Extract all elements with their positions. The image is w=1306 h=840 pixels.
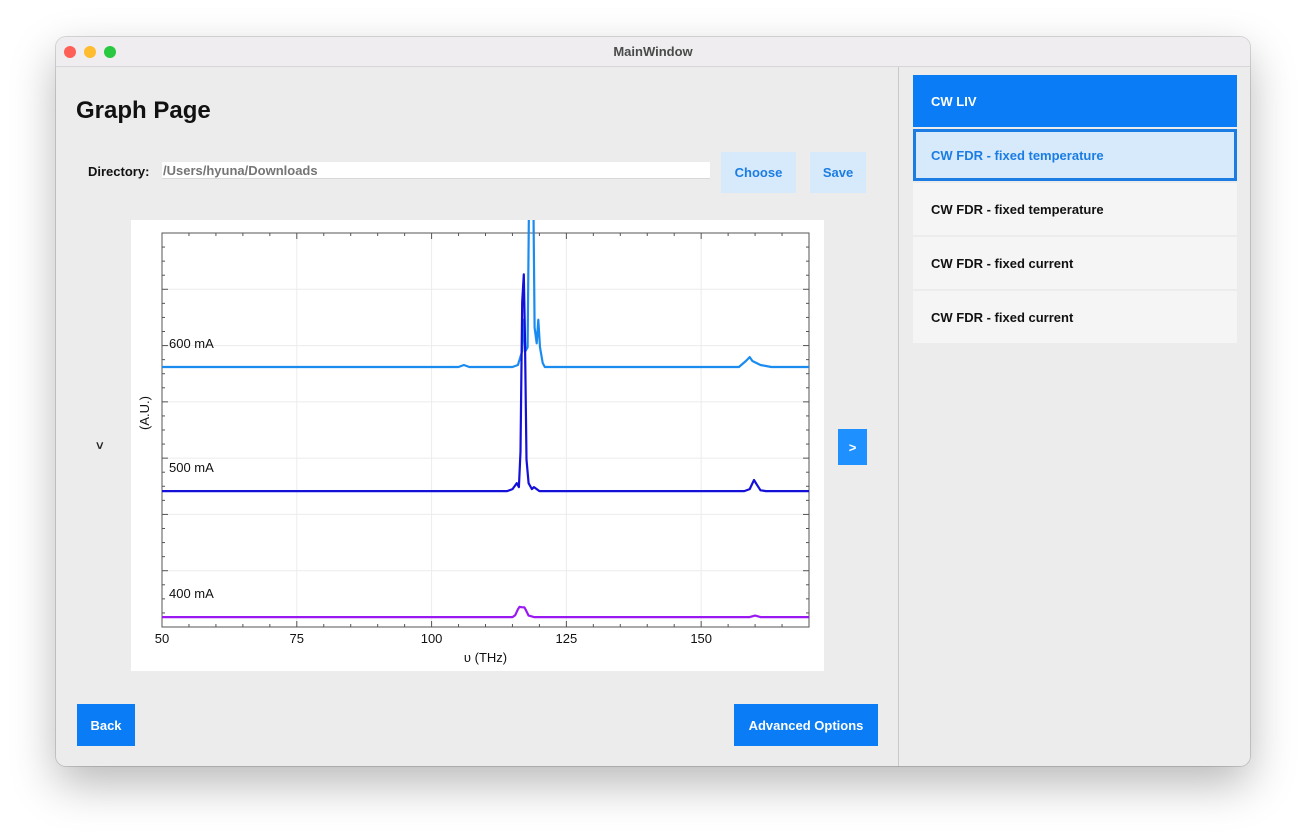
next-graph-button[interactable]: > <box>838 429 867 465</box>
directory-input[interactable] <box>162 162 710 179</box>
choose-button[interactable]: Choose <box>721 152 796 193</box>
list-item-cw-liv[interactable]: CW LIV <box>913 75 1237 127</box>
previous-graph-button[interactable]: > <box>92 442 107 450</box>
advanced-options-button[interactable]: Advanced Options <box>734 704 878 746</box>
window-title: MainWindow <box>613 44 693 59</box>
series-label: 600 mA <box>169 336 214 351</box>
back-button[interactable]: Back <box>77 704 135 746</box>
list-item-cw-fdr-fixed-temperature[interactable]: CW FDR - fixed temperature <box>913 129 1237 181</box>
x-tick-label: 150 <box>690 631 712 646</box>
series-line <box>162 605 809 619</box>
directory-label: Directory: <box>88 164 150 179</box>
x-tick-label: 100 <box>421 631 443 646</box>
list-item-cw-fdr-fixed-current[interactable]: CW FDR - fixed current <box>913 237 1237 289</box>
x-axis-label: υ (THz) <box>464 650 507 665</box>
title-bar: MainWindow <box>56 37 1250 67</box>
save-button[interactable]: Save <box>810 152 866 193</box>
plot-frame <box>161 232 810 628</box>
y-axis-label: (A.U.) <box>137 396 152 430</box>
series-label: 500 mA <box>169 460 214 475</box>
series-line <box>162 220 809 369</box>
x-tick-label: 125 <box>556 631 578 646</box>
main-window: MainWindow Graph Page Directory: Choose … <box>56 37 1250 766</box>
chart-svg: 50 75 100 125 150 υ (THz) (A.U.) 600 mA 500 mA 40… <box>137 220 810 665</box>
spectrum-chart: 50 75 100 125 150 υ (THz) (A.U.) 600 mA 500 mA 40… <box>131 220 824 671</box>
page-title: Graph Page <box>76 97 211 124</box>
list-item-cw-fdr-fixed-current[interactable]: CW FDR - fixed current <box>913 291 1237 343</box>
graph-pane: Graph Page Directory: Choose Save 50 75 10… <box>56 67 898 766</box>
list-item-cw-fdr-fixed-temperature[interactable]: CW FDR - fixed temperature <box>913 183 1237 235</box>
measurement-list: CW LIV CW FDR - fixed temperature CW FDR… <box>899 67 1250 766</box>
x-tick-label: 50 <box>155 631 169 646</box>
series-label: 400 mA <box>169 586 214 601</box>
x-tick-label: 75 <box>290 631 304 646</box>
